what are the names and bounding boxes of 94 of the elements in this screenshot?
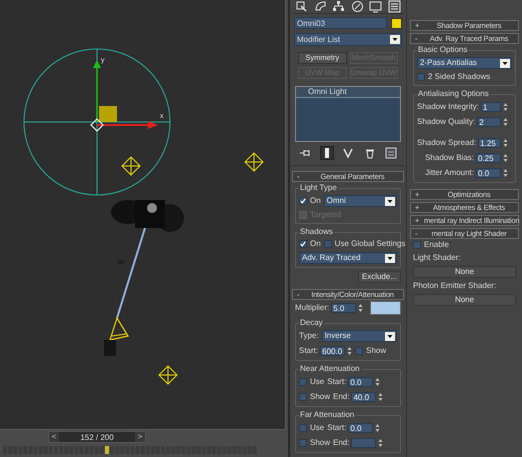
spinner-arrows-icon <box>375 423 380 433</box>
number-field[interactable]: 40.0 <box>351 392 376 402</box>
frame-counter: 152 / 200 <box>59 432 135 442</box>
light-marker-icon <box>122 156 141 176</box>
group-title: Decay <box>299 318 324 328</box>
number-field[interactable]: 0.0 <box>476 168 501 178</box>
spinner-arrows-icon <box>375 377 380 387</box>
number-field[interactable]: 0.0 <box>348 423 374 433</box>
dropdown-arrow-icon <box>385 332 395 340</box>
light-marker-icon <box>158 366 178 385</box>
spinner-arrows-icon <box>378 438 384 448</box>
spinner-arrows-icon <box>503 153 508 163</box>
list-button[interactable] <box>384 146 398 160</box>
stack-item[interactable]: Omni Light <box>296 87 400 98</box>
dropdown[interactable]: 2-Pass Antialias <box>417 57 512 69</box>
field-label: Multiplier: <box>295 302 330 314</box>
name-field[interactable]: Omni03 <box>294 17 387 29</box>
checkmark-icon <box>300 197 306 205</box>
next-frame-button[interactable]: > <box>135 431 145 443</box>
dropdown-arrow-icon <box>500 58 510 68</box>
checkbox[interactable]: On <box>299 196 321 206</box>
create-icon[interactable] <box>295 0 308 13</box>
number-field[interactable]: 1 <box>480 102 501 112</box>
group-title: Antialiasing Options <box>417 89 490 99</box>
dropdown-arrow-icon <box>390 35 400 44</box>
dropdown[interactable]: Adv. Ray Traced <box>299 252 397 264</box>
button[interactable]: Exclude... <box>358 271 401 283</box>
field-label: Start: <box>299 345 318 357</box>
checkbox[interactable]: 2 Sided Shadows <box>417 72 512 82</box>
button[interactable]: None <box>413 294 516 306</box>
dropdown[interactable]: Modifier List <box>294 33 402 46</box>
checkbox[interactable]: Show <box>299 438 330 448</box>
number-field[interactable] <box>351 438 376 448</box>
field-label: End: <box>333 437 350 449</box>
utilities-icon[interactable] <box>388 0 401 13</box>
bar-button[interactable] <box>320 146 334 160</box>
trash-icon <box>364 147 376 160</box>
fork-button[interactable] <box>341 146 355 160</box>
spinner-arrows-icon <box>503 102 508 112</box>
group-title: Far Attenuation <box>299 410 356 420</box>
group-title: Near Attenuation <box>299 364 361 374</box>
number-field[interactable]: 5.0 <box>331 303 356 313</box>
field-label: Shadow Bias: <box>425 152 474 164</box>
checkbox[interactable]: On <box>299 239 321 249</box>
previous-frame-button[interactable]: < <box>49 431 59 443</box>
dropdown[interactable]: Omni <box>324 195 397 207</box>
color-swatch[interactable] <box>370 301 401 315</box>
checkbox[interactable]: Use <box>299 377 324 387</box>
number-field[interactable]: 600.0 <box>320 346 346 356</box>
number-field[interactable]: 0.25 <box>476 153 501 163</box>
field-label: Photon Emitter Shader: <box>413 281 498 291</box>
spinner-arrows-icon <box>503 168 508 178</box>
field-label: Start: <box>327 422 346 434</box>
hierarchy-icon[interactable] <box>332 0 346 13</box>
dropdown-arrow-icon <box>385 196 395 206</box>
spinner-arrows-icon <box>358 303 364 313</box>
checkbox[interactable]: Use <box>299 423 324 433</box>
button[interactable]: None <box>413 266 516 278</box>
checkbox[interactable]: Show <box>355 346 386 356</box>
spinner-arrows-icon <box>503 117 508 127</box>
list-icon <box>385 147 397 160</box>
field-label: Shadow Quality: <box>417 116 476 128</box>
number-field[interactable]: 2 <box>477 117 501 127</box>
color-swatch[interactable] <box>391 18 402 28</box>
field-label: Start: <box>327 376 346 388</box>
frame-counter-bar[interactable]: < 152 / 200 > <box>48 431 146 443</box>
display-icon[interactable] <box>369 0 382 13</box>
field-label: Jitter Amount: <box>425 167 474 179</box>
field-label: Shadow Spread: <box>417 137 476 149</box>
checkbox[interactable]: Enable <box>413 240 516 250</box>
number-field[interactable]: 0.0 <box>348 377 374 387</box>
field-label: End: <box>333 391 350 403</box>
group-title: Basic Options <box>417 45 468 55</box>
fork-icon <box>342 147 354 160</box>
group-title: Shadows <box>299 227 334 237</box>
field-label: Shadow Integrity: <box>417 101 479 113</box>
curve-icon[interactable] <box>314 0 327 13</box>
axis-gizmo <box>90 60 158 132</box>
checkbox[interactable]: Use Global Settings <box>324 239 406 249</box>
light-marker-icon <box>244 152 264 172</box>
field-label: Light Shader: <box>413 253 462 263</box>
spinner-arrows-icon <box>347 346 352 356</box>
checkmark-icon <box>300 240 306 248</box>
number-field[interactable]: 1.25 <box>478 138 501 148</box>
dropdown-arrow-icon <box>385 254 395 262</box>
checkbox[interactable]: Show <box>299 392 330 402</box>
spinner-arrows-icon <box>378 392 384 402</box>
dropdown[interactable]: Inverse <box>322 330 397 342</box>
group-title: Light Type <box>299 183 338 193</box>
field-label: Type: <box>299 330 319 342</box>
modifier-stack[interactable]: Omni Light <box>295 86 401 142</box>
motion-icon[interactable] <box>350 0 364 13</box>
timeline-thumb[interactable] <box>105 446 110 454</box>
spinner-arrows-icon <box>503 138 508 148</box>
